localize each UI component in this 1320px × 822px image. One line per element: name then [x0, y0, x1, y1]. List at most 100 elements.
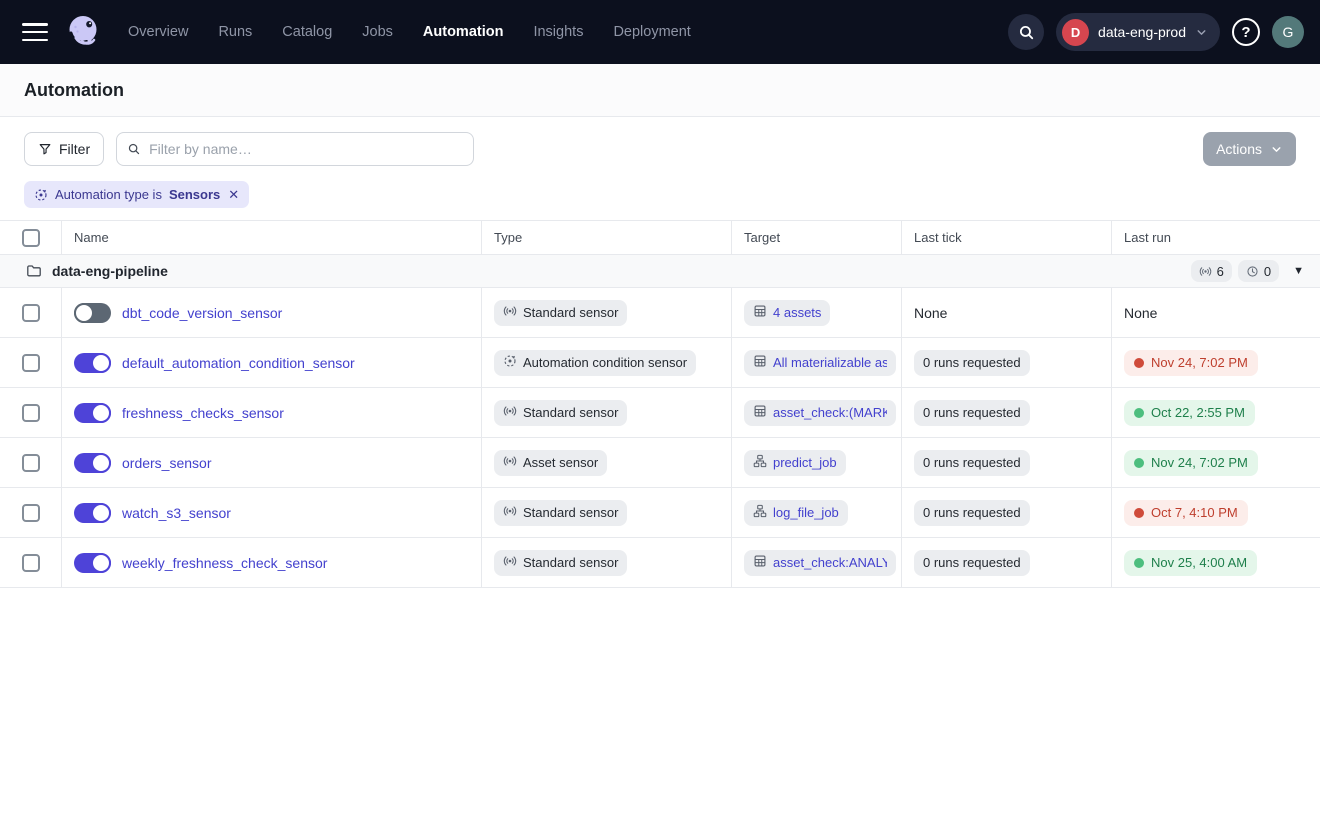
sensor-target-tag[interactable]: 4 assets [744, 300, 830, 326]
last-tick-tag: 0 runs requested [914, 400, 1030, 426]
asset-icon [753, 304, 767, 321]
sensor-target-tag[interactable]: All materializable as [744, 350, 896, 376]
page-title: Automation [24, 80, 124, 101]
last-run-status-pill[interactable]: Nov 25, 4:00 AM [1124, 550, 1257, 576]
workspace-name: data-eng-prod [1098, 24, 1186, 40]
job-icon [753, 454, 767, 471]
filter-chip-automation-type[interactable]: Automation type is Sensors ✕ [24, 181, 249, 208]
sensor-name-link[interactable]: orders_sensor [122, 455, 212, 471]
sensor-name-link[interactable]: default_automation_condition_sensor [122, 355, 355, 371]
repo-group-row: data-eng-pipeline 6 0 ▼ [0, 255, 1320, 288]
row-checkbox[interactable] [22, 504, 40, 522]
chevron-down-icon [1195, 26, 1208, 39]
chevron-down-icon [1270, 143, 1283, 156]
sensor-enabled-toggle[interactable] [74, 553, 111, 573]
name-filter-input[interactable] [149, 141, 463, 157]
sensor-enabled-toggle[interactable] [74, 453, 111, 473]
column-header-last-run: Last run [1111, 221, 1320, 254]
nav-item-insights[interactable]: Insights [533, 24, 583, 40]
actions-button[interactable]: Actions [1203, 132, 1296, 166]
run-status-dot-icon [1134, 558, 1144, 568]
workspace-selector[interactable]: D data-eng-prod [1056, 13, 1220, 51]
sensor-name-link[interactable]: weekly_freshness_check_sensor [122, 555, 327, 571]
folder-icon [26, 263, 42, 279]
last-run-status-pill[interactable]: Nov 24, 7:02 PM [1124, 450, 1258, 476]
sensor-target-tag[interactable]: predict_job [744, 450, 846, 476]
filter-button-label: Filter [59, 141, 90, 157]
sensor-type-tag: Automation condition sensor [494, 350, 696, 376]
column-header-target: Target [731, 221, 901, 254]
sensor-table-body: dbt_code_version_sensor Standard sensor 4 … [0, 288, 1320, 588]
last-tick-tag: 0 runs requested [914, 450, 1030, 476]
collapse-group-icon[interactable]: ▼ [1293, 265, 1304, 277]
sensor-type-tag: Standard sensor [494, 300, 627, 326]
sensor-enabled-toggle[interactable] [74, 503, 111, 523]
sensor-enabled-toggle[interactable] [74, 303, 111, 323]
search-icon[interactable] [1008, 14, 1044, 50]
sensor-count-badge: 6 [1191, 260, 1232, 282]
funnel-icon [38, 142, 52, 156]
top-nav-bar: Overview Runs Catalog Jobs Automation Insight… [0, 0, 1320, 64]
table-row: orders_sensor Asset sensor predict_job 0 ru… [0, 438, 1320, 488]
close-icon[interactable]: ✕ [228, 187, 239, 203]
row-checkbox[interactable] [22, 454, 40, 472]
clock-icon [1246, 265, 1259, 278]
sensor-target-tag[interactable]: asset_check:ANALY [744, 550, 896, 576]
sensor-name-link[interactable]: dbt_code_version_sensor [122, 305, 282, 321]
hamburger-menu-icon[interactable] [22, 23, 48, 41]
run-status-dot-icon [1134, 458, 1144, 468]
filter-button[interactable]: Filter [24, 132, 104, 166]
automation-condition-icon [34, 188, 48, 202]
sensor-name-link[interactable]: watch_s3_sensor [122, 505, 231, 521]
filter-chip-value: Sensors [169, 187, 220, 202]
row-checkbox[interactable] [22, 404, 40, 422]
last-tick-text: None [914, 305, 947, 321]
run-status-dot-icon [1134, 408, 1144, 418]
sensor-enabled-toggle[interactable] [74, 403, 111, 423]
select-all-checkbox[interactable] [22, 229, 40, 247]
column-header-name: Name [61, 221, 481, 254]
table-row: default_automation_condition_sensor Autom… [0, 338, 1320, 388]
help-icon[interactable]: ? [1232, 18, 1260, 46]
primary-nav: Overview Runs Catalog Jobs Automation Insight… [128, 24, 691, 40]
row-checkbox[interactable] [22, 354, 40, 372]
schedule-count-badge: 0 [1238, 260, 1279, 282]
table-row: freshness_checks_sensorStandard sensoras… [0, 388, 1320, 438]
repo-group-name: data-eng-pipeline [52, 263, 168, 279]
user-avatar[interactable]: G [1272, 16, 1304, 48]
workspace-badge: D [1062, 19, 1089, 46]
nav-item-overview[interactable]: Overview [128, 24, 188, 40]
sensor-icon [503, 554, 517, 571]
run-status-dot-icon [1134, 358, 1144, 368]
nav-item-deployment[interactable]: Deployment [613, 24, 690, 40]
sensor-type-tag: Asset sensor [494, 450, 607, 476]
last-run-status-pill[interactable]: Oct 22, 2:55 PM [1124, 400, 1255, 426]
sensor-target-tag[interactable]: asset_check:(MARK [744, 400, 896, 426]
last-run-text: None [1124, 305, 1157, 321]
last-run-status-pill[interactable]: Nov 24, 7:02 PM [1124, 350, 1258, 376]
nav-item-automation[interactable]: Automation [423, 24, 504, 40]
sensor-icon [503, 454, 517, 471]
dagster-logo-icon[interactable] [62, 11, 104, 53]
asset-icon [753, 554, 767, 571]
table-row: weekly_freshness_check_sensorStandard se… [0, 538, 1320, 588]
sensor-target-tag[interactable]: log_file_job [744, 500, 848, 526]
last-tick-tag: 0 runs requested [914, 550, 1030, 576]
sensor-enabled-toggle[interactable] [74, 353, 111, 373]
nav-item-catalog[interactable]: Catalog [282, 24, 332, 40]
table-row: watch_s3_sensor Standard sensor log_file_j… [0, 488, 1320, 538]
last-run-status-pill[interactable]: Oct 7, 4:10 PM [1124, 500, 1248, 526]
column-header-type: Type [481, 221, 731, 254]
search-icon [127, 142, 141, 156]
sensor-icon [503, 304, 517, 321]
nav-item-jobs[interactable]: Jobs [362, 24, 393, 40]
active-filters-row: Automation type is Sensors ✕ [0, 181, 1320, 221]
row-checkbox[interactable] [22, 554, 40, 572]
sensor-type-tag: Standard sensor [494, 500, 627, 526]
sensor-name-link[interactable]: freshness_checks_sensor [122, 405, 284, 421]
last-tick-tag: 0 runs requested [914, 500, 1030, 526]
row-checkbox[interactable] [22, 304, 40, 322]
sensor-icon [503, 504, 517, 521]
toolbar: Filter Actions [0, 117, 1320, 181]
nav-item-runs[interactable]: Runs [218, 24, 252, 40]
